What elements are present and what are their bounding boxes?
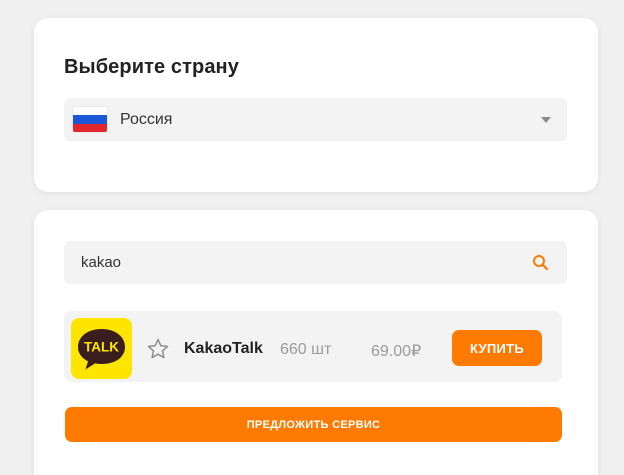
- caret-down-icon[interactable]: [541, 117, 551, 123]
- services-card: TALK KakaoTalk 660 шт 69.00₽ КУПИТЬ ПРЕД…: [34, 210, 598, 475]
- service-name: KakaoTalk: [184, 340, 263, 357]
- kakaotalk-logo: TALK: [71, 318, 132, 379]
- selected-country-label: Россия: [120, 111, 173, 128]
- service-price: 69.00₽: [371, 343, 422, 360]
- service-count: 660 шт: [280, 341, 332, 358]
- country-select[interactable]: Россия: [64, 98, 567, 141]
- suggest-service-button[interactable]: ПРЕДЛОЖИТЬ СЕРВИС: [65, 407, 562, 442]
- page: Выберите страну Россия TALK: [0, 0, 624, 475]
- search-icon[interactable]: [532, 254, 549, 271]
- logo-text: TALK: [84, 340, 119, 355]
- star-outline-icon[interactable]: [146, 337, 170, 361]
- country-section-title: Выберите страну: [64, 56, 239, 78]
- speech-bubble-icon: TALK: [78, 329, 125, 370]
- search-box: [64, 241, 567, 284]
- search-input[interactable]: [64, 241, 514, 284]
- country-card: Выберите страну Россия: [34, 18, 598, 192]
- service-row: TALK KakaoTalk 660 шт 69.00₽ КУПИТЬ: [64, 311, 562, 382]
- russia-flag-icon: [73, 107, 107, 132]
- buy-button[interactable]: КУПИТЬ: [452, 330, 542, 366]
